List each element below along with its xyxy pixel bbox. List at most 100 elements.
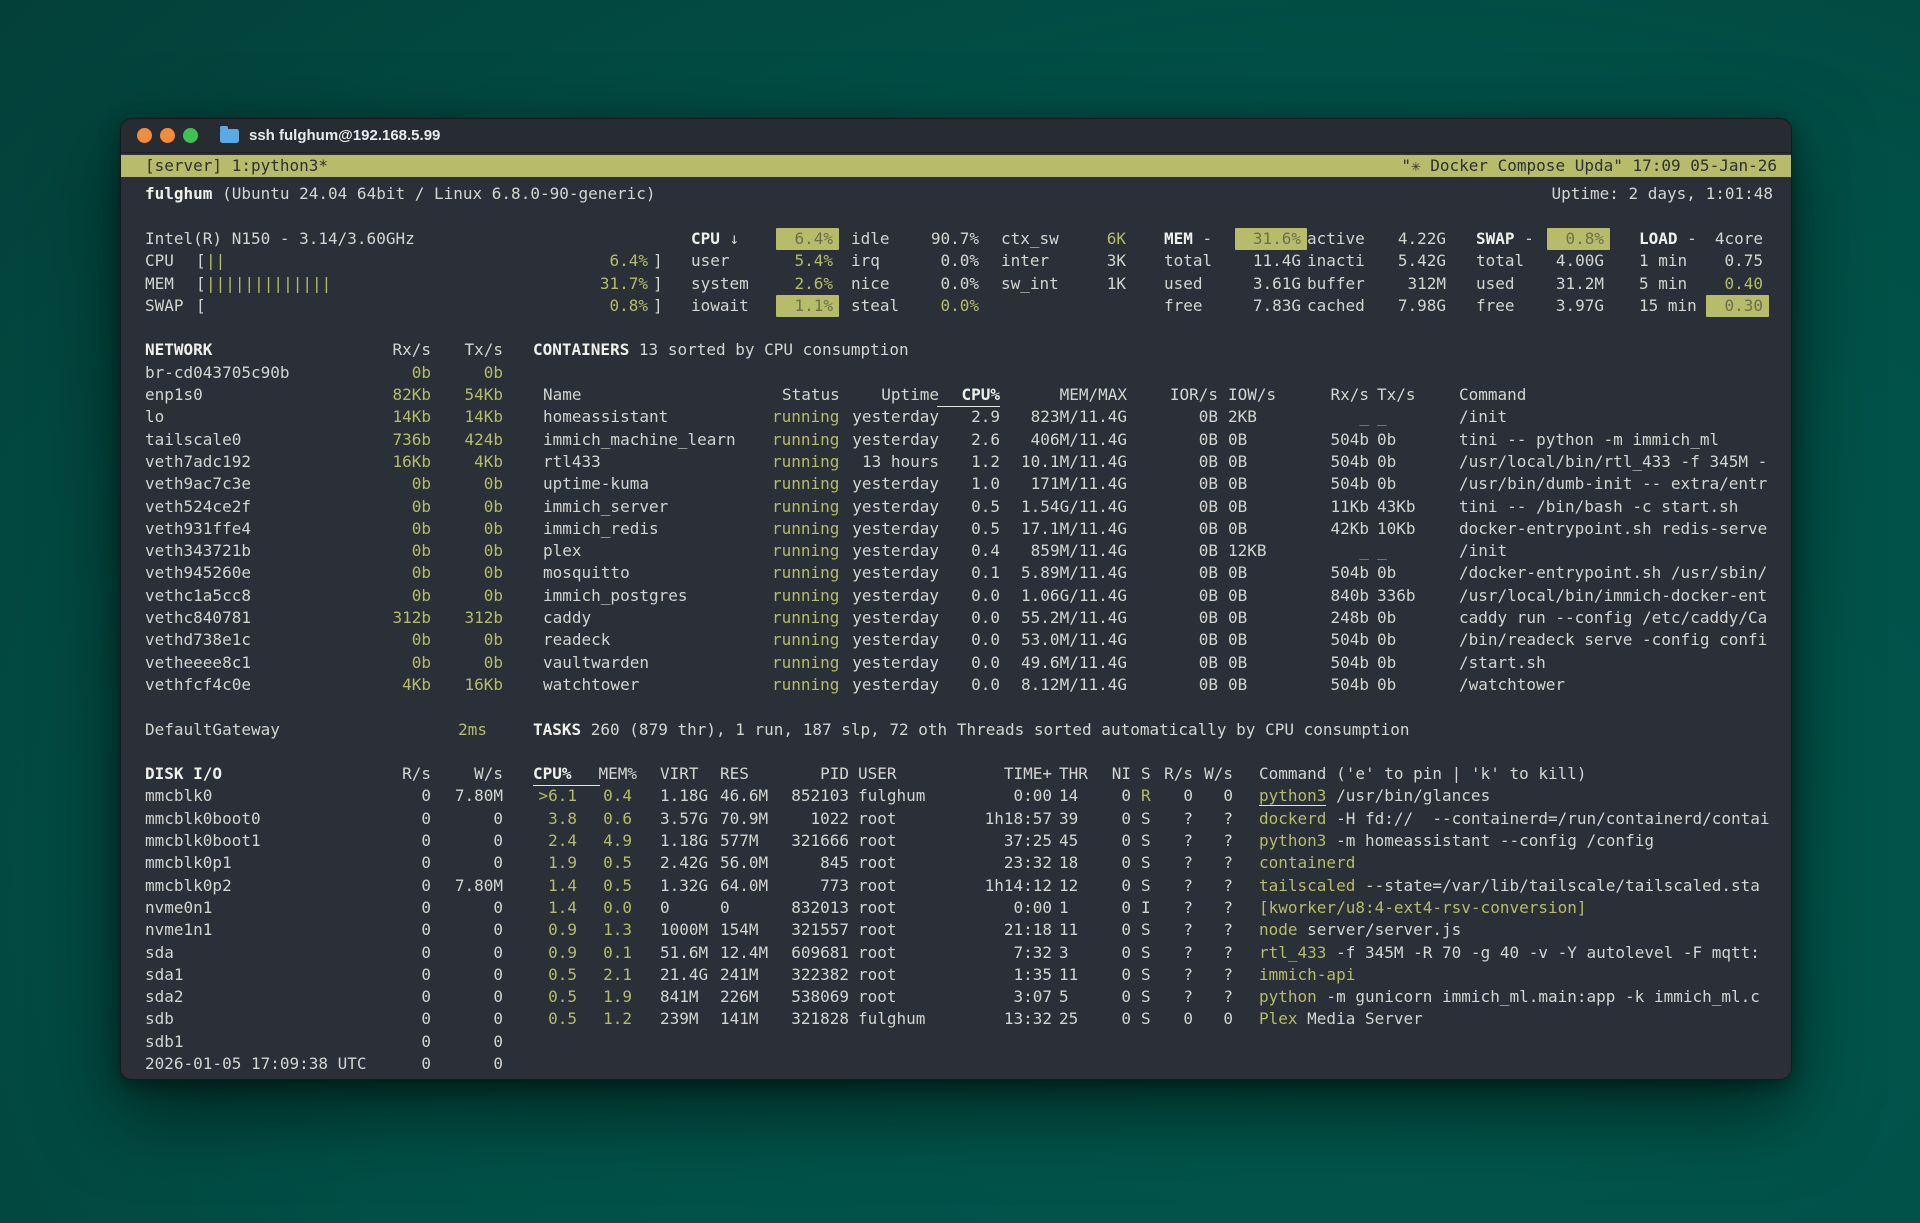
container-rx: _ xyxy=(1359,406,1369,428)
proc-header-pid: PID xyxy=(820,763,849,785)
proc-res: 141M xyxy=(720,1008,759,1030)
network-row-name: veth524ce2f xyxy=(145,496,251,518)
container-tx: 0b xyxy=(1377,451,1396,473)
close-button[interactable] xyxy=(137,128,152,143)
proc-header-ws: W/s xyxy=(1204,763,1233,785)
container-rx: 504b xyxy=(1330,652,1369,674)
disk-rx-value: 0 xyxy=(421,785,431,807)
container-name: readeck xyxy=(543,629,610,651)
proc-mem: 0.1 xyxy=(603,942,632,964)
container-command: /usr/local/bin/rtl_433 -f 345M - xyxy=(1459,451,1767,473)
container-status: running xyxy=(772,406,839,428)
proc-time: 1:35 xyxy=(1013,964,1052,986)
proc-cpu: 0.5 xyxy=(548,986,577,1008)
cpu-gauge-label: CPU xyxy=(145,250,174,272)
container-command: /watchtower xyxy=(1459,674,1565,696)
proc-command-name: node xyxy=(1259,920,1298,939)
proc-user: root xyxy=(858,830,897,852)
disk-rx-value: 0 xyxy=(421,1031,431,1053)
container-name: vaultwarden xyxy=(543,652,649,674)
network-rx-value: 14Kb xyxy=(392,406,431,428)
container-mem: 10.1M/11.4G xyxy=(1021,451,1127,473)
proc-command: dockerd -H fd:// --containerd=/run/conta… xyxy=(1259,808,1781,830)
cpu-stat-label: idle xyxy=(851,228,890,250)
container-tx: _ xyxy=(1377,540,1387,562)
cpu-stat-value: 6.4% xyxy=(776,228,839,250)
proc-pid: 538069 xyxy=(791,986,849,1008)
network-tx-value: 0b xyxy=(484,585,503,607)
gauge-close-bracket: ] xyxy=(653,250,663,272)
cpu-stat-label: irq xyxy=(851,250,880,272)
disk-row-name: mmcblk0boot1 xyxy=(145,830,261,852)
os-info: (Ubuntu 24.04 64bit / Linux 6.8.0-90-gen… xyxy=(212,184,655,203)
gauge-close-bracket: ] xyxy=(653,273,663,295)
disk-row-name: nvme1n1 xyxy=(145,919,212,941)
proc-user: root xyxy=(858,942,897,964)
swap-stat-label: total xyxy=(1476,250,1524,272)
disk-tx-value: 0 xyxy=(493,897,503,919)
network-tx-value: 424b xyxy=(464,429,503,451)
network-row-name: lo xyxy=(145,406,164,428)
disk-tx-value: 0 xyxy=(493,1031,503,1053)
proc-rs: ? xyxy=(1183,808,1193,830)
proc-user: root xyxy=(858,897,897,919)
container-iow: 0B xyxy=(1228,496,1247,518)
swap-stat-value: 4.00G xyxy=(1556,250,1604,272)
proc-threads: 12 xyxy=(1059,875,1078,897)
stat-label-suffix: - xyxy=(1678,229,1697,248)
disk-rx-value: 0 xyxy=(421,986,431,1008)
proc-header-user: USER xyxy=(858,763,897,785)
container-uptime: yesterday xyxy=(852,674,939,696)
container-uptime: 13 hours xyxy=(862,451,939,473)
container-tx: 336b xyxy=(1377,585,1416,607)
gauge-close-bracket: ] xyxy=(653,295,663,317)
container-mem: 859M/11.4G xyxy=(1031,540,1127,562)
proc-command-name: Plex xyxy=(1259,1009,1298,1028)
container-iow: 0B xyxy=(1228,518,1247,540)
proc-mem: 0.5 xyxy=(603,875,632,897)
proc-res: 56.0M xyxy=(720,852,768,874)
proc-virt: 21.4G xyxy=(660,964,708,986)
proc-pid: 322382 xyxy=(791,964,849,986)
proc-rs: ? xyxy=(1183,830,1193,852)
disk-tx-value: 0 xyxy=(493,852,503,874)
container-cpu: 0.5 xyxy=(971,496,1000,518)
window-title: ssh fulghum@192.168.5.99 xyxy=(249,127,440,144)
container-iow: 0B xyxy=(1228,562,1247,584)
proc-state: R xyxy=(1141,785,1151,807)
container-tx: 0b xyxy=(1377,473,1396,495)
disk-rx-value: 0 xyxy=(421,964,431,986)
container-iow: 0B xyxy=(1228,607,1247,629)
proc-command: python3 /usr/bin/glances xyxy=(1259,785,1781,807)
proc-ws: 0 xyxy=(1223,1008,1233,1030)
maximize-button[interactable] xyxy=(183,128,198,143)
disk-row-name: nvme0n1 xyxy=(145,897,212,919)
proc-mem: 1.9 xyxy=(603,986,632,1008)
network-tx-value: 0b xyxy=(484,518,503,540)
proc-ws: ? xyxy=(1223,919,1233,941)
container-mem: 1.54G/11.4G xyxy=(1021,496,1127,518)
network-row-name: vethc840781 xyxy=(145,607,251,629)
proc-virt: 1.18G xyxy=(660,785,708,807)
disk-tx-value: 7.80M xyxy=(455,875,503,897)
titlebar[interactable]: ssh fulghum@192.168.5.99 xyxy=(121,119,1791,153)
minimize-button[interactable] xyxy=(160,128,175,143)
proc-header-time: TIME+ xyxy=(1004,763,1052,785)
proc-ws: ? xyxy=(1223,875,1233,897)
containers-header-uptime: Uptime xyxy=(881,384,939,406)
network-col-header: Rx/s xyxy=(392,339,431,361)
container-tx: 0b xyxy=(1377,629,1396,651)
proc-command-name: immich-api xyxy=(1259,965,1355,984)
proc-header-ni: NI xyxy=(1112,763,1131,785)
disk-row-name: mmcblk0boot0 xyxy=(145,808,261,830)
container-cpu: 0.5 xyxy=(971,518,1000,540)
containers-header-ior: IOR/s xyxy=(1170,384,1218,406)
proc-header-command: Command ('e' to pin | 'k' to kill) xyxy=(1259,763,1587,785)
proc-cpu: 3.8 xyxy=(548,808,577,830)
terminal-screen[interactable]: [server] 1:python3* "✳ Docker Compose Up… xyxy=(121,153,1791,1079)
network-rx-value: 0b xyxy=(412,540,431,562)
proc-ws: ? xyxy=(1223,808,1233,830)
network-tx-value: 54Kb xyxy=(464,384,503,406)
container-rx: 840b xyxy=(1330,585,1369,607)
disk-tx-value: 0 xyxy=(493,964,503,986)
